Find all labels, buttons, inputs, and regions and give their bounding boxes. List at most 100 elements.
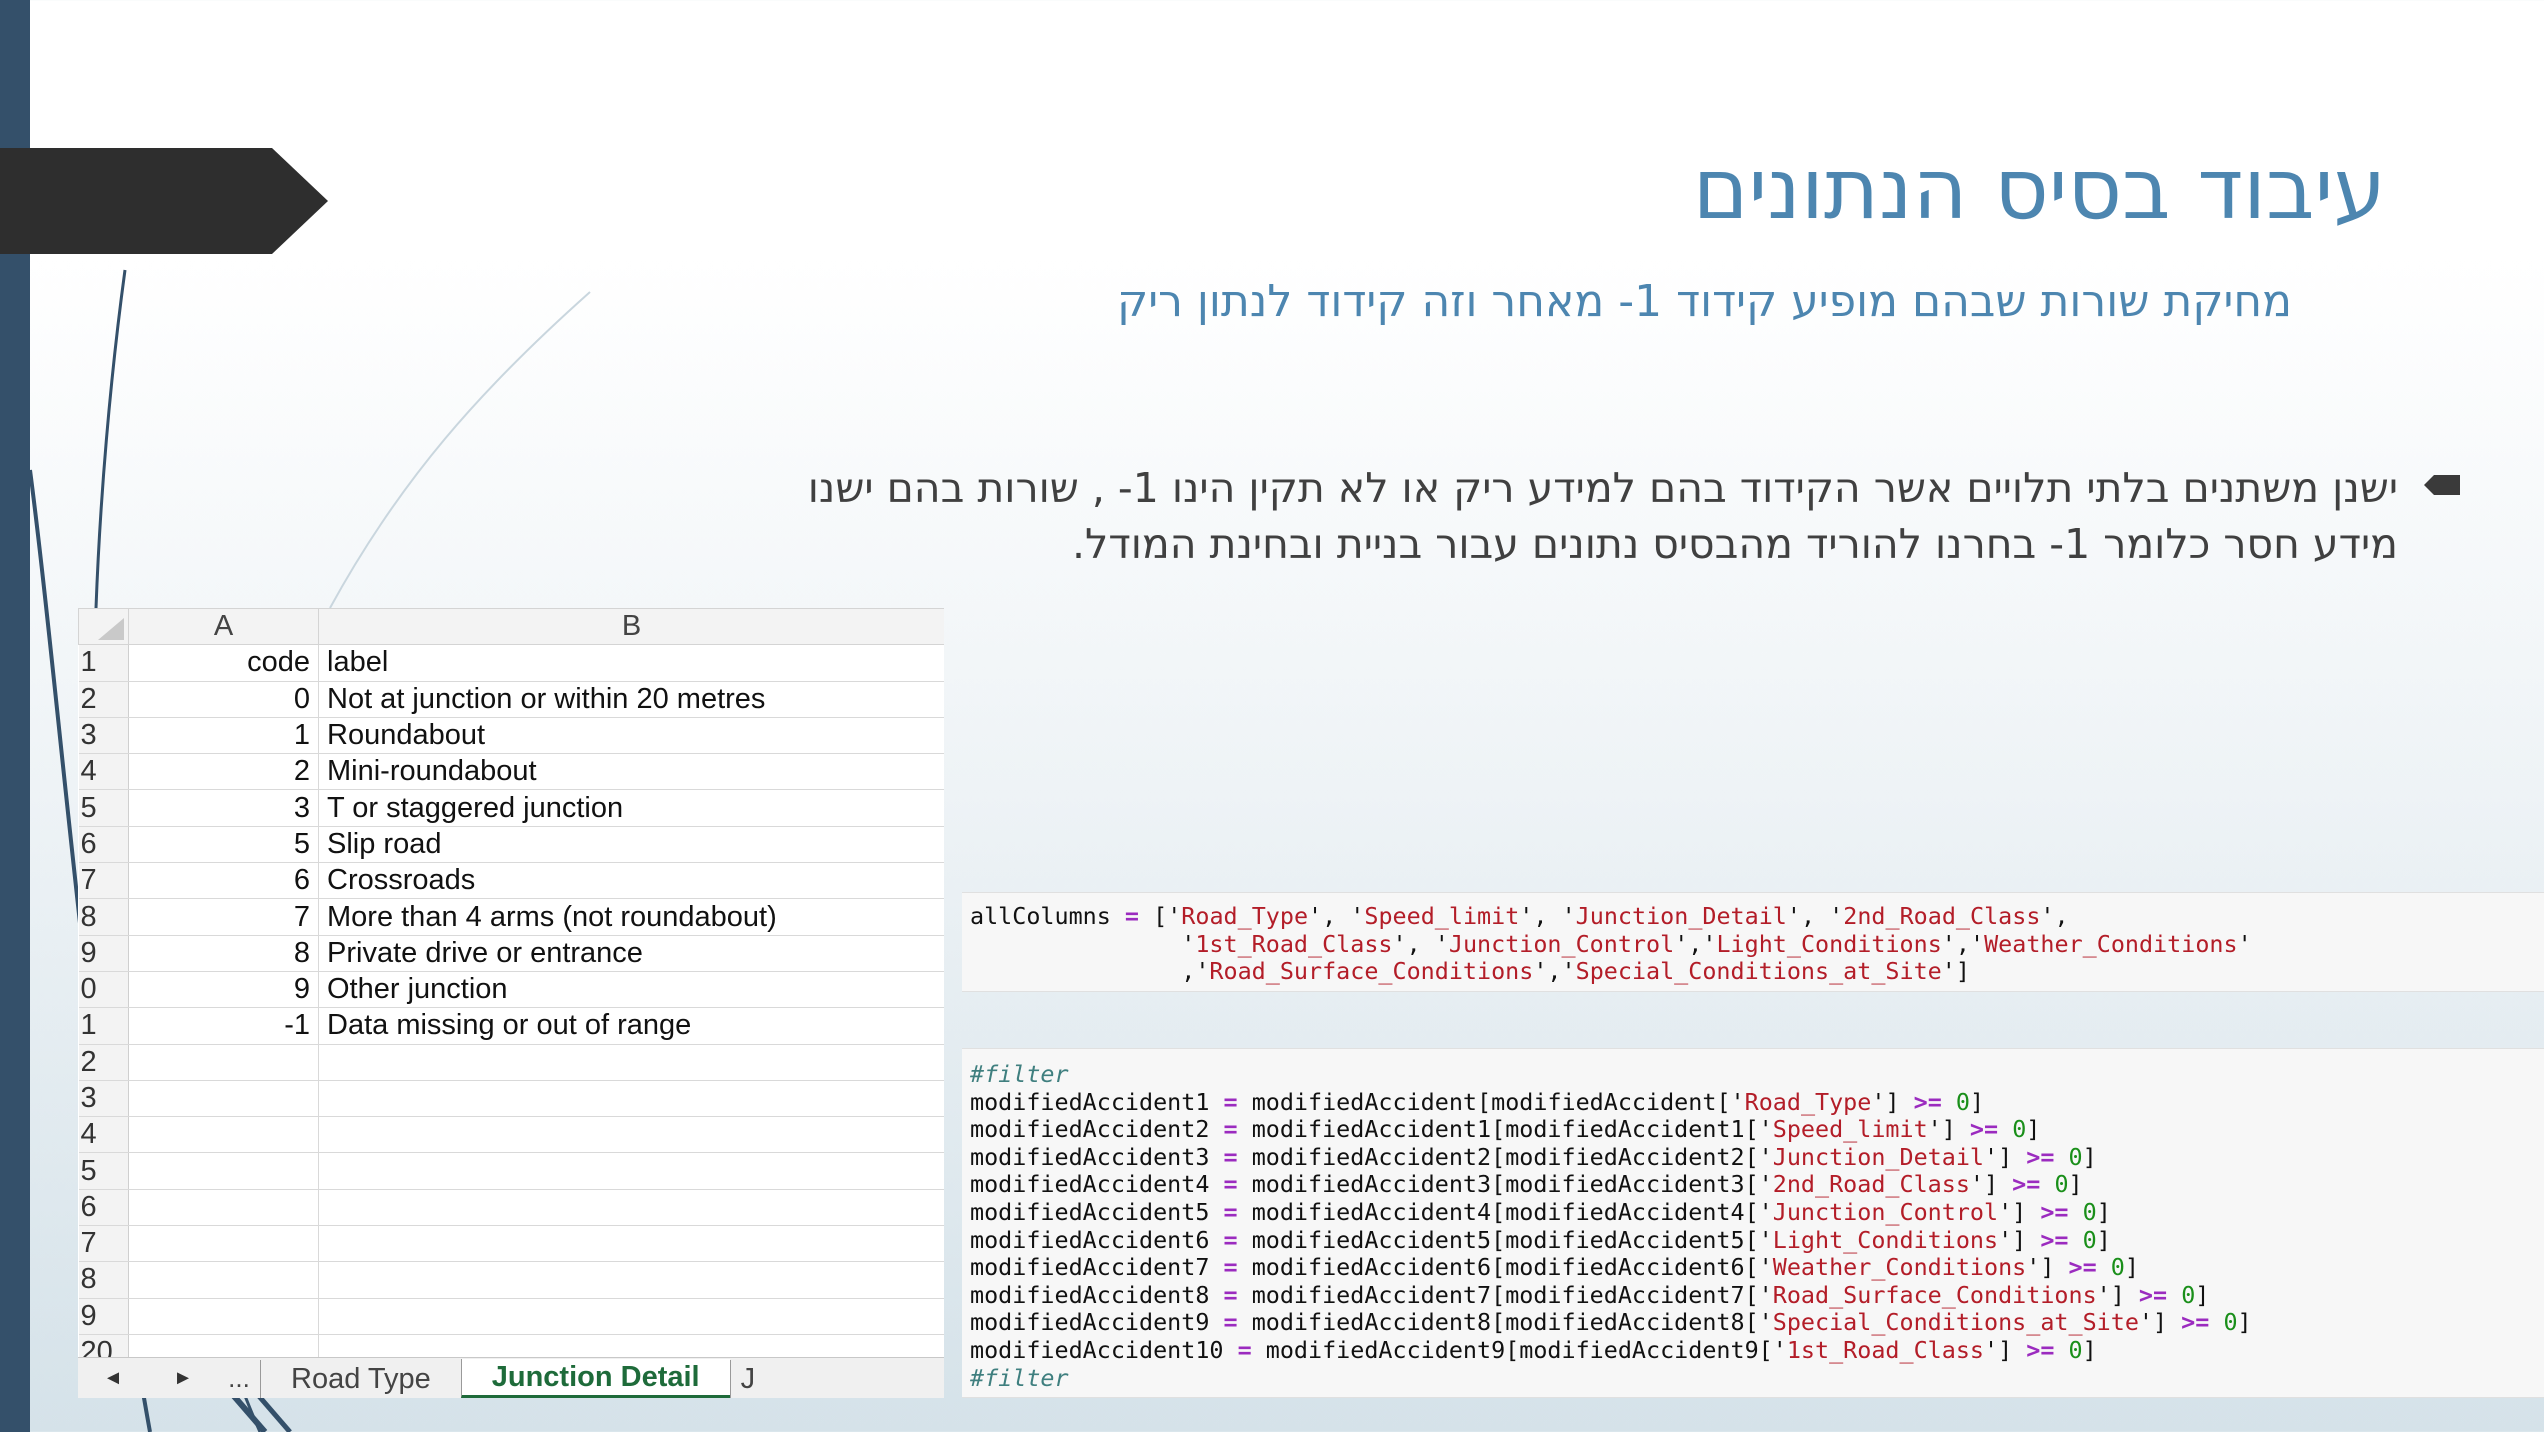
code-string: Road_Type bbox=[1181, 902, 1309, 930]
code-target: modifiedAccident9 bbox=[970, 1308, 1210, 1337]
cell-label[interactable] bbox=[318, 1116, 944, 1154]
cell-code[interactable]: 3 bbox=[128, 789, 319, 827]
code-string: Junction_Control bbox=[1448, 929, 1675, 958]
cell-label[interactable]: Roundabout bbox=[318, 717, 944, 755]
cell-code[interactable] bbox=[128, 1044, 319, 1081]
cell-code[interactable]: 2 bbox=[128, 753, 319, 791]
triangle-left-icon: ◄ bbox=[103, 1366, 123, 1389]
row-header[interactable]: 9 bbox=[78, 935, 129, 972]
cell-label[interactable]: label bbox=[318, 644, 944, 682]
cell-label[interactable]: More than 4 arms (not roundabout) bbox=[318, 898, 944, 936]
cell-label[interactable]: T or staggered junction bbox=[318, 789, 944, 827]
cell-code[interactable]: 9 bbox=[128, 971, 319, 1009]
row-header[interactable]: 6 bbox=[78, 826, 129, 864]
code-source: modifiedAccident1 bbox=[1505, 1115, 1745, 1144]
code-operator: = bbox=[1223, 1280, 1238, 1309]
cell-label[interactable] bbox=[318, 1225, 944, 1263]
cell-label[interactable] bbox=[318, 1080, 944, 1118]
page-title: עיבוד בסיס הנתונים bbox=[1692, 140, 2386, 238]
cell-code[interactable]: 7 bbox=[128, 898, 319, 936]
cell-label[interactable] bbox=[318, 1044, 944, 1081]
row-header[interactable]: 5 bbox=[78, 789, 129, 827]
sheet-row: 4 bbox=[78, 1116, 944, 1154]
code-line: modifiedAccident4 = modifiedAccident3[mo… bbox=[970, 1170, 2083, 1199]
cell-code[interactable] bbox=[128, 1116, 319, 1154]
cell-label[interactable] bbox=[318, 1189, 944, 1227]
row-header[interactable]: 4 bbox=[78, 753, 129, 791]
row-header[interactable]: 2 bbox=[78, 1044, 129, 1081]
more-tabs-button[interactable]: ... bbox=[218, 1358, 260, 1398]
cell-code[interactable] bbox=[128, 1189, 319, 1227]
row-header[interactable]: 7 bbox=[78, 1225, 129, 1263]
code-source: modifiedAccident bbox=[1251, 1087, 1478, 1116]
tab-scroll-left-button[interactable]: ◄ bbox=[78, 1358, 148, 1398]
select-all-icon bbox=[98, 618, 124, 641]
tab-scroll-right-button[interactable]: ► bbox=[148, 1358, 218, 1398]
cell-code[interactable] bbox=[128, 1298, 319, 1335]
code-variable: allColumns bbox=[970, 902, 1111, 930]
sheet-tab-junction-detail[interactable]: Junction Detail bbox=[460, 1359, 730, 1398]
cell-label[interactable]: Crossroads bbox=[318, 862, 944, 900]
code-number: 0 bbox=[2110, 1253, 2125, 1282]
sheet-row: 8 7 More than 4 arms (not roundabout) bbox=[78, 898, 944, 936]
cell-label[interactable]: Not at junction or within 20 metres bbox=[318, 681, 944, 718]
row-header[interactable]: 9 bbox=[78, 1298, 129, 1335]
sheet-row: 9 bbox=[78, 1298, 944, 1335]
cell-code[interactable] bbox=[128, 1152, 319, 1190]
code-string: Special_Conditions_at_Site bbox=[1575, 957, 1942, 986]
code-string: Weather_Conditions bbox=[1984, 929, 2238, 958]
cell-code[interactable]: -1 bbox=[128, 1007, 319, 1045]
cell-code[interactable] bbox=[128, 1225, 319, 1263]
row-header[interactable]: 7 bbox=[78, 862, 129, 900]
code-source: modifiedAccident7 bbox=[1251, 1280, 1492, 1309]
cell-code[interactable] bbox=[128, 1080, 319, 1118]
code-operator: >= bbox=[2026, 1335, 2055, 1364]
spreadsheet-screenshot: A B 1 code label 2 0 Not at junction or withi… bbox=[78, 608, 944, 1398]
row-header[interactable]: 0 bbox=[78, 971, 129, 1009]
row-header[interactable]: 3 bbox=[78, 1080, 129, 1118]
code-string: Road_Surface_Conditions bbox=[1209, 957, 1534, 986]
sheet-row: 3 bbox=[78, 1080, 944, 1118]
cell-code[interactable]: 8 bbox=[128, 935, 319, 972]
sheet-row: 7 6 Crossroads bbox=[78, 862, 944, 900]
cell-label[interactable]: Other junction bbox=[318, 971, 944, 1009]
cell-label[interactable]: Mini-roundabout bbox=[318, 753, 944, 791]
column-header-a[interactable]: A bbox=[128, 608, 319, 646]
cell-code[interactable]: 1 bbox=[128, 717, 319, 755]
cell-label[interactable] bbox=[318, 1152, 944, 1190]
row-header[interactable]: 1 bbox=[78, 644, 129, 682]
row-header[interactable]: 5 bbox=[78, 1152, 129, 1190]
cell-code[interactable]: 0 bbox=[128, 681, 319, 718]
cell-code[interactable] bbox=[128, 1261, 319, 1299]
cell-code[interactable]: 6 bbox=[128, 862, 319, 900]
row-header[interactable]: 2 bbox=[78, 681, 129, 718]
cell-code[interactable]: code bbox=[128, 644, 319, 682]
cell-label[interactable]: Data missing or out of range bbox=[318, 1007, 944, 1045]
code-string: Junction_Detail bbox=[1772, 1142, 1985, 1171]
row-header[interactable]: 3 bbox=[78, 717, 129, 755]
code-operator: >= bbox=[1969, 1115, 1999, 1144]
row-header[interactable]: 1 bbox=[78, 1007, 129, 1045]
sheet-tab-road-type[interactable]: Road Type bbox=[260, 1360, 461, 1398]
row-header[interactable]: 4 bbox=[78, 1116, 129, 1154]
row-header[interactable]: 8 bbox=[78, 898, 129, 936]
cell-label[interactable]: Private drive or entrance bbox=[318, 935, 944, 972]
sheet-tab-partial[interactable]: J bbox=[729, 1360, 766, 1398]
select-all-corner[interactable] bbox=[78, 608, 129, 646]
cell-label[interactable] bbox=[318, 1261, 944, 1299]
code-cell-columns: allColumns = ['Road_Type', 'Speed_limit'… bbox=[962, 892, 2544, 992]
code-operator: >= bbox=[2026, 1142, 2055, 1171]
cell-label[interactable] bbox=[318, 1298, 944, 1335]
cell-label[interactable]: Slip road bbox=[318, 826, 944, 864]
code-operator: = bbox=[1223, 1308, 1238, 1337]
code-source: modifiedAccident4 bbox=[1251, 1197, 1492, 1226]
code-string: Road_Surface_Conditions bbox=[1772, 1280, 2097, 1309]
row-header[interactable]: 6 bbox=[78, 1189, 129, 1227]
row-header[interactable]: 8 bbox=[78, 1261, 129, 1299]
column-header-b[interactable]: B bbox=[318, 608, 944, 646]
code-target: modifiedAccident4 bbox=[970, 1170, 1210, 1199]
code-target: modifiedAccident1 bbox=[970, 1087, 1210, 1116]
code-source: modifiedAccident9 bbox=[1265, 1335, 1506, 1364]
cell-code[interactable]: 5 bbox=[128, 826, 319, 864]
code-string: Special_Conditions_at_Site bbox=[1772, 1308, 2139, 1337]
